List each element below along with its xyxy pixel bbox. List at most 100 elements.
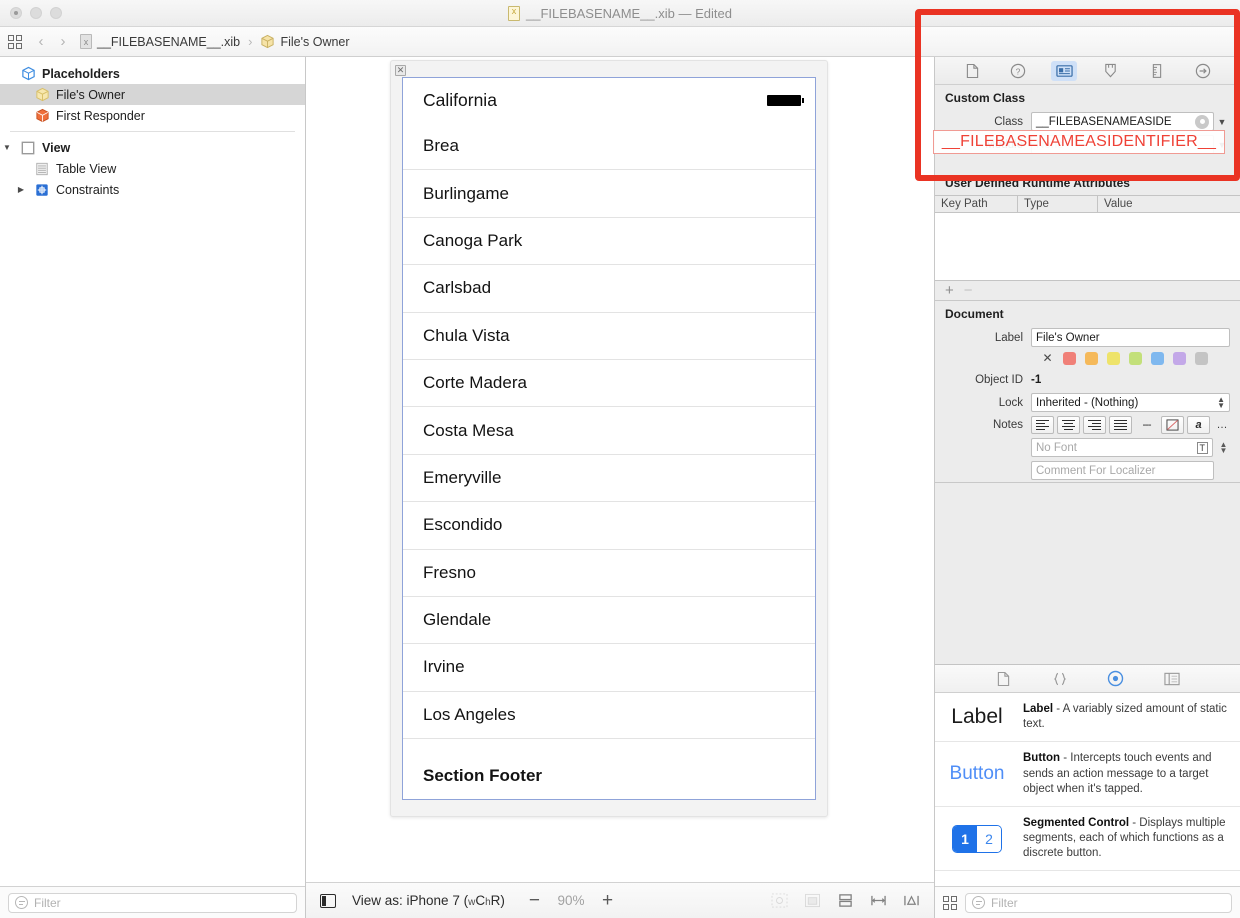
comment-input[interactable]: Comment For Localizer <box>1031 461 1214 480</box>
sidebar-item-constraints[interactable]: ▶ Constraints <box>0 179 305 200</box>
sidebar-item-label: First Responder <box>56 109 145 123</box>
object-library-tab[interactable] <box>1104 669 1128 689</box>
color-swatch-gray[interactable] <box>1195 352 1208 365</box>
list-item[interactable]: 1 2 Segmented Control - Displays multipl… <box>935 807 1240 872</box>
text-color-icon[interactable] <box>1161 416 1184 434</box>
align-left-icon[interactable] <box>1031 416 1054 434</box>
table-row[interactable]: Irvine <box>403 644 815 691</box>
resolve-issues-icon[interactable] <box>903 893 920 908</box>
table-row[interactable]: Fresno <box>403 550 815 597</box>
list-item[interactable]: Label Label - A variably sized amount of… <box>935 693 1240 742</box>
table-row[interactable]: Corte Madera <box>403 360 815 407</box>
font-stepper[interactable]: ▲▼ <box>1217 442 1230 454</box>
media-library-tab[interactable] <box>1160 669 1184 689</box>
embed-in-icon[interactable] <box>804 893 821 908</box>
align-icon[interactable] <box>837 893 854 908</box>
library-filter-input[interactable]: Filter <box>965 893 1232 913</box>
size-inspector-tab[interactable] <box>1144 61 1170 81</box>
align-center-icon[interactable] <box>1057 416 1080 434</box>
clear-color-button[interactable]: ✕ <box>1041 352 1054 365</box>
sidebar-item-first-responder[interactable]: First Responder <box>0 105 305 126</box>
table-row[interactable]: Emeryville <box>403 455 815 502</box>
table-row[interactable]: Chula Vista <box>403 313 815 360</box>
breadcrumb-item-file[interactable]: __FILEBASENAME__.xib <box>97 35 240 49</box>
outline-twisty-view[interactable]: ▼ <box>0 143 14 152</box>
segment-one: 1 <box>953 826 977 852</box>
close-icon[interactable]: ✕ <box>395 65 406 76</box>
device-frame[interactable]: ✕ California Brea Burlingame Canoga Park… <box>390 60 828 817</box>
class-input[interactable]: __FILEBASENAMEASIDE <box>1031 112 1214 131</box>
table-row[interactable]: Carlsbad <box>403 265 815 312</box>
pin-icon[interactable] <box>870 893 887 908</box>
chevron-down-icon[interactable]: ▼ <box>1214 140 1230 150</box>
zoom-out-button[interactable]: − <box>529 891 540 910</box>
align-right-icon[interactable] <box>1083 416 1106 434</box>
sidebar-item-table-view[interactable]: Table View <box>0 158 305 179</box>
remove-attribute-button[interactable]: − <box>964 283 973 298</box>
list-item[interactable]: Button Button - Intercepts touch events … <box>935 742 1240 807</box>
view-as-prefix: View as: iPhone 7 ( <box>352 893 468 908</box>
library-item-description: Segmented Control - Displays multiple se… <box>1023 816 1230 862</box>
runtime-attributes-table-body[interactable] <box>935 213 1240 281</box>
left-panel-icon[interactable] <box>320 894 336 908</box>
connections-inspector-tab[interactable] <box>1190 61 1216 81</box>
table-row[interactable]: Glendale <box>403 597 815 644</box>
table-row[interactable]: Brea <box>403 123 815 170</box>
code-snippet-library-tab[interactable] <box>1048 669 1072 689</box>
table-row[interactable]: Costa Mesa <box>403 407 815 454</box>
close-window-button[interactable] <box>10 7 22 19</box>
color-swatch-purple[interactable] <box>1173 352 1186 365</box>
chevron-right-icon[interactable]: › <box>52 33 74 50</box>
update-frames-icon[interactable] <box>771 893 788 908</box>
sidebar-item-files-owner[interactable]: File's Owner <box>0 84 305 105</box>
file-template-library-tab[interactable] <box>992 669 1016 689</box>
class-jump-icon[interactable] <box>1195 115 1209 129</box>
color-swatch-blue[interactable] <box>1151 352 1164 365</box>
italic-a-icon[interactable]: a <box>1187 416 1210 434</box>
table-row[interactable]: Escondido <box>403 502 815 549</box>
xib-file-icon <box>508 6 520 21</box>
dash-list-icon[interactable]: --- <box>1135 416 1158 434</box>
color-swatch-yellow[interactable] <box>1107 352 1120 365</box>
outline-twisty-constraints[interactable]: ▶ <box>14 185 28 194</box>
table-section-header: California <box>403 78 815 123</box>
font-panel-icon[interactable]: T <box>1197 442 1209 454</box>
table-view-preview[interactable]: California Brea Burlingame Canoga Park C… <box>402 77 816 800</box>
font-input[interactable]: No Font T <box>1031 438 1213 457</box>
column-header-key-path: Key Path <box>935 196 1017 212</box>
table-row[interactable]: Los Angeles <box>403 692 815 739</box>
library-grid-icon[interactable] <box>943 896 957 910</box>
label-color-swatches: ✕ <box>935 349 1240 369</box>
color-swatch-orange[interactable] <box>1085 352 1098 365</box>
interface-builder-canvas[interactable]: ✕ California Brea Burlingame Canoga Park… <box>306 57 934 882</box>
sidebar-item-view[interactable]: ▼ View <box>0 137 305 158</box>
chevron-left-icon[interactable]: ‹ <box>30 33 52 50</box>
align-justify-icon[interactable] <box>1109 416 1132 434</box>
view-as-width-class: C <box>475 893 485 908</box>
sidebar-item-placeholders[interactable]: Placeholders <box>0 63 305 84</box>
table-row[interactable]: Burlingame <box>403 170 815 217</box>
navigator-filter-input[interactable]: Filter <box>8 893 297 913</box>
chevron-down-icon[interactable]: ▼ <box>1214 117 1230 127</box>
attributes-inspector-tab[interactable] <box>1098 61 1124 81</box>
zoom-in-button[interactable]: + <box>602 891 613 910</box>
table-row[interactable]: Canoga Park <box>403 218 815 265</box>
module-input[interactable]: None <box>1031 135 1214 154</box>
stepper-chevrons-icon[interactable]: ▲▼ <box>1217 397 1225 409</box>
window-controls[interactable] <box>0 7 62 19</box>
quick-help-tab[interactable]: ? <box>1005 61 1031 81</box>
lock-select[interactable]: Inherited - (Nothing) ▲▼ <box>1031 393 1230 412</box>
color-swatch-green[interactable] <box>1129 352 1142 365</box>
color-swatch-red[interactable] <box>1063 352 1076 365</box>
add-attribute-button[interactable]: + <box>945 283 954 298</box>
table-empty-space <box>403 739 815 753</box>
label-input[interactable]: File's Owner <box>1031 328 1230 347</box>
zoom-window-button[interactable] <box>50 7 62 19</box>
breadcrumb-item-owner[interactable]: File's Owner <box>280 35 349 49</box>
file-inspector-tab[interactable] <box>959 61 985 81</box>
minimize-window-button[interactable] <box>30 7 42 19</box>
view-as-label[interactable]: View as: iPhone 7 (wChR) <box>352 893 505 908</box>
notes-overflow-icon[interactable]: … <box>1213 416 1231 434</box>
identity-inspector-tab[interactable] <box>1051 61 1077 81</box>
grid-icon[interactable] <box>0 35 30 49</box>
